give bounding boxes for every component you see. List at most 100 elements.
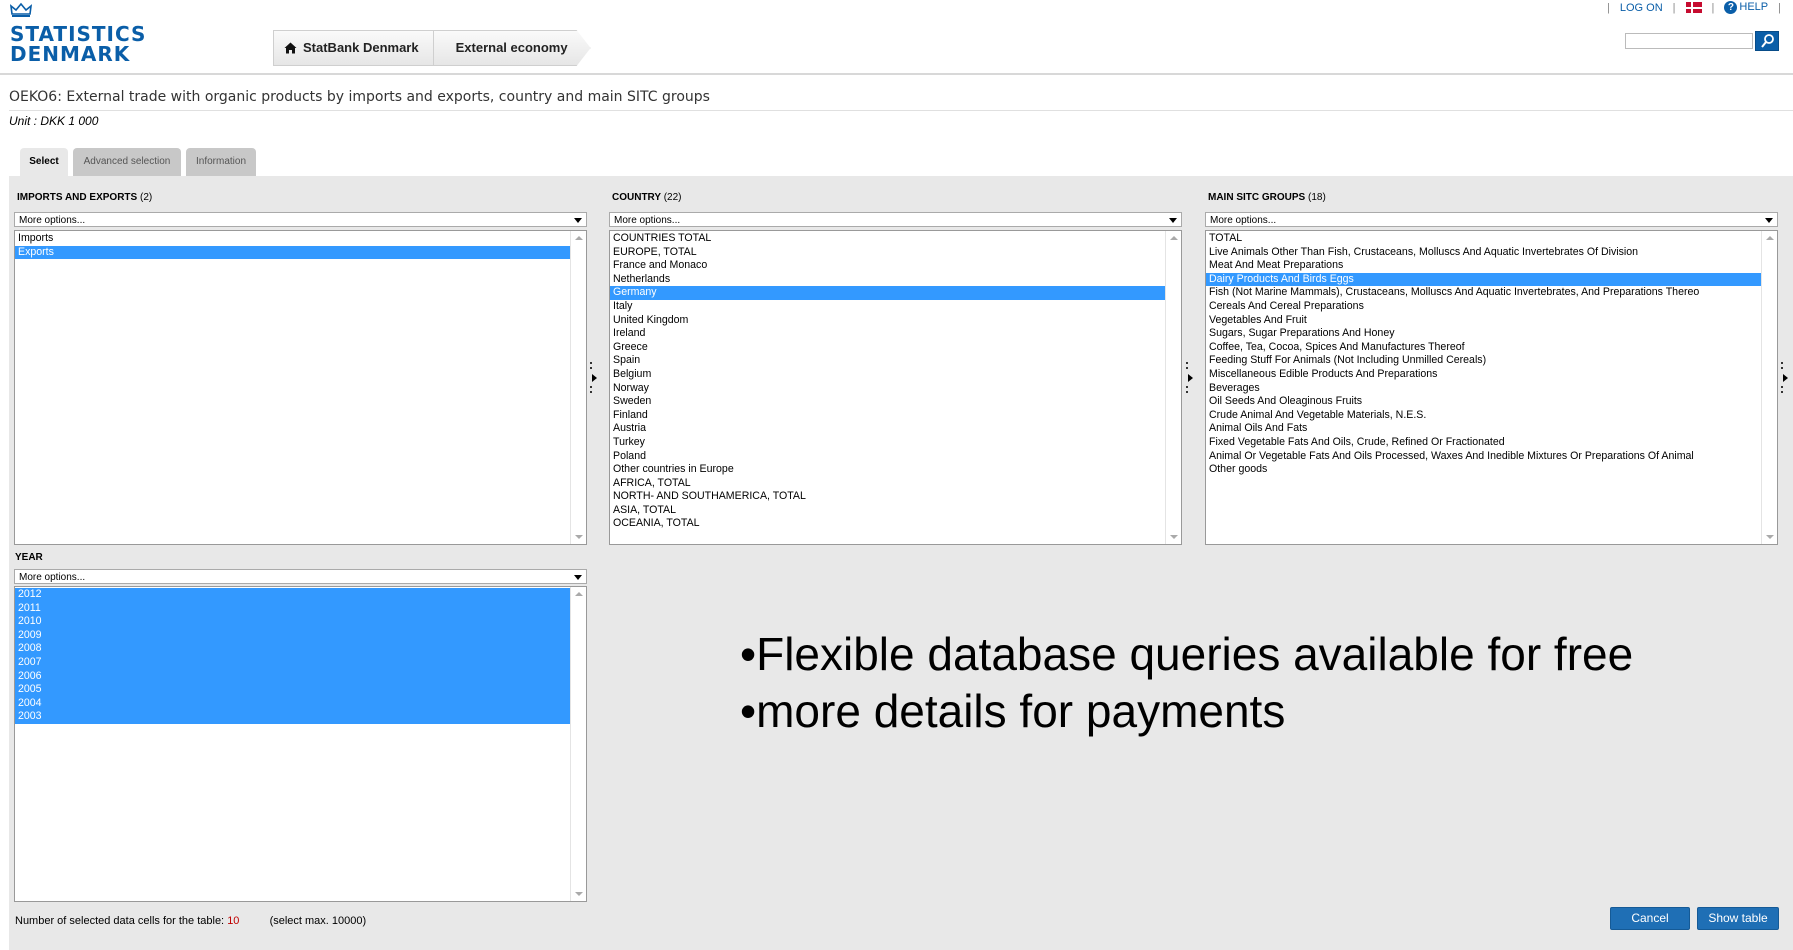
list-option[interactable]: ASIA, TOTAL — [610, 504, 1165, 518]
list-option[interactable]: 2011 — [15, 601, 570, 616]
list-option[interactable]: 2008 — [15, 642, 570, 656]
list-option[interactable]: Vegetables And Fruit — [1206, 314, 1761, 328]
list-option[interactable]: Sweden — [610, 395, 1165, 409]
list-option[interactable]: 2004 — [15, 696, 570, 711]
list-option[interactable]: 2003 — [15, 710, 570, 724]
list-option[interactable]: Finland — [610, 409, 1165, 423]
selected-cells-info: Number of selected data cells for the ta… — [15, 915, 366, 927]
list-option[interactable]: Germany — [610, 286, 1165, 300]
list-option[interactable]: COUNTRIES TOTAL — [610, 232, 1165, 246]
list-option[interactable]: Belgium — [610, 368, 1165, 382]
list-option[interactable]: 2009 — [15, 628, 570, 643]
log-on-link[interactable]: LOG ON — [1620, 2, 1663, 14]
list-option[interactable]: Norway — [610, 382, 1165, 396]
tab-information[interactable]: Information — [186, 148, 256, 176]
list-option[interactable]: Feeding Stuff For Animals (Not Including… — [1206, 354, 1761, 368]
presentation-bullets: •Flexible database queries available for… — [740, 626, 1633, 740]
scroll-up-icon[interactable] — [1170, 236, 1178, 240]
list-option[interactable]: Greece — [610, 341, 1165, 355]
list-option[interactable]: Sugars, Sugar Preparations And Honey — [1206, 327, 1761, 341]
bullet-payments: •more details for payments — [740, 685, 1286, 737]
list-option[interactable]: Ireland — [610, 327, 1165, 341]
list-option[interactable]: Fish (Not Marine Mammals), Crustaceans, … — [1206, 286, 1761, 300]
list-option[interactable]: Crude Animal And Vegetable Materials, N.… — [1206, 409, 1761, 423]
country-dropdown[interactable]: More options... — [609, 212, 1182, 227]
list-option[interactable]: Oil Seeds And Oleaginous Fruits — [1206, 395, 1761, 409]
list-option[interactable]: 2007 — [15, 655, 570, 670]
year-dropdown[interactable]: More options... — [14, 569, 587, 584]
grip-handle-icon[interactable] — [1780, 354, 1788, 402]
list-option[interactable]: Poland — [610, 450, 1165, 464]
sitc-listbox[interactable]: TOTAL Live Animals Other Than Fish, Crust… — [1205, 230, 1778, 545]
list-option[interactable]: Coffee, Tea, Cocoa, Spices And Manufactu… — [1206, 341, 1761, 355]
list-option[interactable]: Exports — [15, 245, 570, 260]
scroll-up-icon[interactable] — [575, 236, 583, 240]
list-option[interactable]: Fixed Vegetable Fats And Oils, Crude, Re… — [1206, 436, 1761, 450]
list-option[interactable]: Meat And Meat Preparations — [1206, 259, 1761, 273]
list-option[interactable]: 2010 — [15, 615, 570, 629]
list-option[interactable]: Austria — [610, 422, 1165, 436]
country-label: COUNTRY (22) — [612, 192, 682, 203]
list-option[interactable]: Beverages — [1206, 382, 1761, 396]
list-option[interactable]: 2012 — [15, 588, 570, 602]
scroll-down-icon[interactable] — [1766, 535, 1774, 539]
help-link[interactable]: ? HELP — [1724, 1, 1768, 14]
scroll-up-icon[interactable] — [1766, 236, 1774, 240]
list-option[interactable]: NORTH- AND SOUTHAMERICA, TOTAL — [610, 490, 1165, 504]
country-listbox[interactable]: COUNTRIES TOTAL EUROPE, TOTAL France and M… — [609, 230, 1182, 545]
crown-icon — [10, 2, 32, 17]
listbox-scrollbar[interactable] — [1761, 231, 1777, 544]
tab-advanced-selection[interactable]: Advanced selection — [73, 148, 181, 176]
imports-exports-label: IMPORTS AND EXPORTS (2) — [17, 192, 153, 203]
show-table-button[interactable]: Show table — [1697, 907, 1779, 930]
cancel-button[interactable]: Cancel — [1610, 907, 1690, 930]
list-option[interactable]: Dairy Products And Birds Eggs — [1206, 272, 1761, 287]
list-option[interactable]: Animal Oils And Fats — [1206, 422, 1761, 436]
list-option[interactable]: Other goods — [1206, 463, 1761, 477]
list-option[interactable]: Miscellaneous Edible Products And Prepar… — [1206, 368, 1761, 382]
listbox-scrollbar[interactable] — [570, 231, 586, 544]
scroll-down-icon[interactable] — [575, 892, 583, 896]
list-option[interactable]: Cereals And Cereal Preparations — [1206, 300, 1761, 314]
logo-text-line1[interactable]: STATISTICS — [10, 24, 146, 44]
list-option[interactable]: Turkey — [610, 436, 1165, 450]
sitc-label: MAIN SITC GROUPS (18) — [1208, 192, 1326, 203]
scroll-down-icon[interactable] — [575, 535, 583, 539]
scroll-down-icon[interactable] — [1170, 535, 1178, 539]
flag-denmark-icon[interactable] — [1685, 2, 1702, 13]
scroll-up-icon[interactable] — [575, 592, 583, 596]
help-icon: ? — [1724, 1, 1738, 14]
grip-handle-icon[interactable] — [1185, 354, 1193, 402]
search-input[interactable] — [1625, 33, 1753, 49]
imports-exports-listbox[interactable]: Imports Exports — [14, 230, 587, 545]
list-option[interactable]: United Kingdom — [610, 314, 1165, 328]
list-option[interactable]: Netherlands — [610, 273, 1165, 287]
list-option[interactable]: 2005 — [15, 683, 570, 697]
list-option[interactable]: Italy — [610, 300, 1165, 314]
imports-exports-dropdown[interactable]: More options... — [14, 212, 587, 227]
dropdown-arrow-icon — [574, 218, 582, 223]
logo-text-line2[interactable]: DENMARK — [10, 44, 130, 64]
list-option[interactable]: OCEANIA, TOTAL — [610, 517, 1165, 531]
grip-handle-icon[interactable] — [589, 354, 597, 402]
breadcrumb-external-economy[interactable]: External economy — [433, 30, 591, 66]
list-option[interactable]: Imports — [15, 232, 570, 246]
list-option[interactable]: Live Animals Other Than Fish, Crustacean… — [1206, 246, 1761, 260]
list-option[interactable]: 2006 — [15, 669, 570, 684]
list-option[interactable]: EUROPE, TOTAL — [610, 246, 1165, 260]
list-option[interactable]: Animal Or Vegetable Fats And Oils Proces… — [1206, 450, 1761, 464]
list-option[interactable]: Other countries in Europe — [610, 463, 1165, 477]
year-listbox[interactable]: 2012 2011 2010 2009 2008 2007 2006 2005 2004 2003 — [14, 586, 587, 902]
list-option[interactable]: TOTAL — [1206, 232, 1761, 246]
list-option[interactable]: AFRICA, TOTAL — [610, 477, 1165, 491]
year-label: YEAR — [15, 552, 43, 563]
listbox-scrollbar[interactable] — [570, 587, 586, 901]
selected-cells-label: Number of selected data cells for the ta… — [15, 915, 225, 927]
tab-select[interactable]: Select — [20, 148, 68, 177]
listbox-scrollbar[interactable] — [1165, 231, 1181, 544]
search-button[interactable] — [1755, 31, 1779, 51]
list-option[interactable]: Spain — [610, 354, 1165, 368]
sitc-dropdown[interactable]: More options... — [1205, 212, 1778, 227]
breadcrumb-home[interactable]: StatBank Denmark — [273, 30, 433, 66]
list-option[interactable]: France and Monaco — [610, 259, 1165, 273]
